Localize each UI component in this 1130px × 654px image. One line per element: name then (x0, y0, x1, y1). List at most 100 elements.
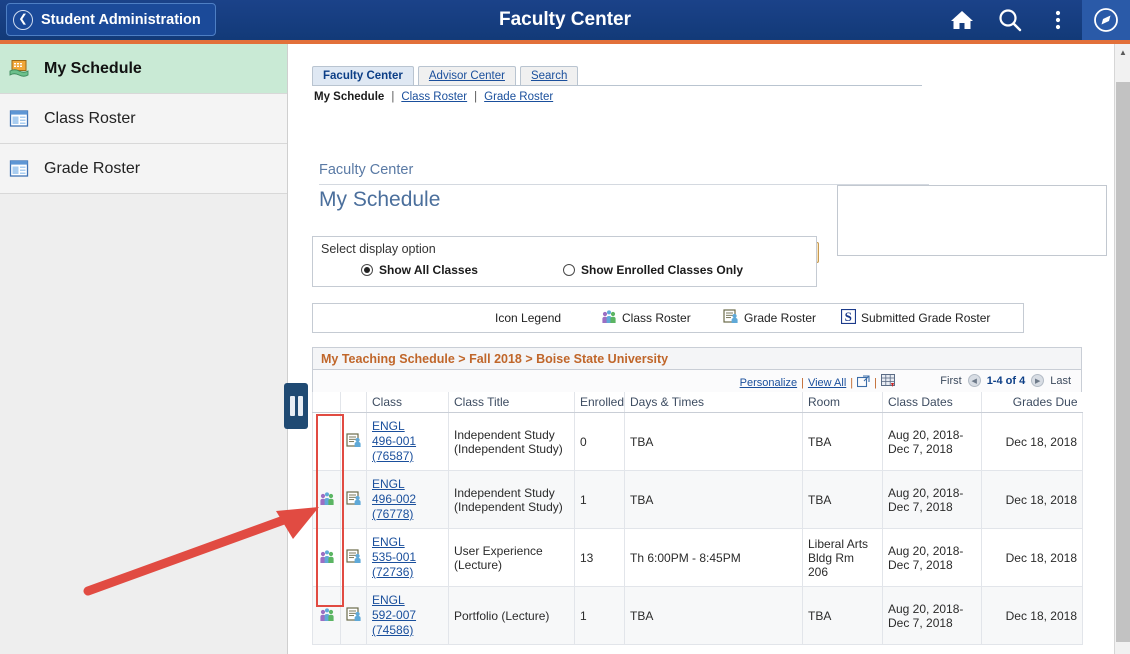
sidebar-item-class-roster[interactable]: Class Roster (0, 94, 287, 144)
table-header-row: Class Class Title Enrolled Days & Times … (312, 392, 1083, 413)
sidebar-item-label: Grade Roster (44, 159, 141, 177)
class-title-cell: Independent Study (Independent Study) (448, 470, 575, 529)
table-row: ENGL 592-007 (74586) Portfolio (Lecture) 1 TB… (312, 586, 1083, 645)
navigator-icon[interactable] (1082, 0, 1130, 40)
download-grid-icon[interactable] (881, 374, 896, 391)
room-cell: Liberal Arts Bldg Rm 206 (802, 528, 883, 587)
grade-roster-icon-cell[interactable] (340, 470, 367, 529)
subnav-link-class-roster[interactable]: Class Roster (401, 91, 467, 103)
tab-search[interactable]: Search (519, 66, 579, 85)
roster-window-icon (8, 159, 30, 179)
subnav-link-grade-roster[interactable]: Grade Roster (484, 91, 553, 103)
class-roster-icon[interactable] (319, 549, 335, 567)
grades-due-cell: Dec 18, 2018 (981, 470, 1083, 529)
display-option-panel: Select display option Show All Classes S… (312, 236, 817, 287)
class-roster-icon[interactable] (319, 607, 335, 625)
sidebar-item-my-schedule[interactable]: My Schedule (0, 44, 287, 94)
grid-toolbar: Personalize | View All | | First ◀ 1-4 o… (312, 370, 1082, 392)
class-cell[interactable]: ENGL 535-001 (72736) (366, 528, 449, 587)
class-roster-icon[interactable] (319, 491, 335, 509)
grade-roster-icon[interactable] (345, 432, 362, 451)
grades-due-cell: Dec 18, 2018 (981, 528, 1083, 587)
radio-show-enrolled-only[interactable]: Show Enrolled Classes Only (563, 263, 743, 277)
table-body: ENGL 496-001 (76587) Independent Study (Ind… (312, 412, 1083, 645)
search-icon[interactable] (986, 0, 1034, 40)
subnav-separator: | (391, 91, 395, 103)
radio-label: Show Enrolled Classes Only (581, 263, 744, 277)
sidebar-item-label: Class Roster (44, 109, 136, 127)
page-scrollbar[interactable]: ▲ (1114, 44, 1130, 654)
col-header-class: Class (366, 392, 449, 413)
main-content: Faculty Center Advisor Center Search My … (289, 44, 1115, 654)
scroll-up-arrow-icon[interactable]: ▲ (1115, 44, 1130, 61)
next-arrow-icon[interactable]: ▶ (1031, 374, 1045, 387)
toolbar-separator: | (850, 376, 854, 389)
home-icon[interactable] (938, 0, 986, 40)
grades-due-cell: Dec 18, 2018 (981, 412, 1083, 471)
roster-window-icon (8, 109, 30, 129)
subnav-separator: | (474, 91, 478, 103)
class-roster-icon-cell[interactable] (312, 586, 341, 645)
class-link[interactable]: ENGL 592-007 (74586) (372, 593, 443, 638)
room-cell: TBA (802, 586, 883, 645)
back-to-student-administration-button[interactable]: ❮ Student Administration (6, 3, 216, 36)
enrolled-cell: 0 (574, 412, 625, 471)
grade-roster-icon[interactable] (345, 548, 362, 567)
legend-submitted-grade-roster: S Submitted Grade Roster (840, 308, 990, 327)
svg-text:S: S (845, 309, 852, 324)
pagination-last[interactable]: Last (1050, 375, 1071, 387)
tab-advisor-center[interactable]: Advisor Center (417, 66, 516, 85)
view-all-link[interactable]: View All (808, 377, 846, 389)
icon-legend-title: Icon Legend (495, 311, 562, 325)
sidebar-collapse-handle[interactable] (284, 383, 308, 429)
days-times-cell: Th 6:00PM - 8:45PM (624, 528, 803, 587)
enrolled-cell: 1 (574, 586, 625, 645)
legend-label: Grade Roster (744, 311, 817, 325)
radio-label: Show All Classes (379, 263, 478, 277)
class-link[interactable]: ENGL 535-001 (72736) (372, 535, 443, 580)
grid-toolbar-left: Personalize | View All | | (740, 374, 896, 391)
sub-navigation: My Schedule | Class Roster | Grade Roste… (314, 91, 553, 103)
enrolled-cell: 13 (574, 528, 625, 587)
class-dates-cell: Aug 20, 2018-Dec 7, 2018 (882, 528, 982, 587)
prev-arrow-icon[interactable]: ◀ (967, 374, 981, 387)
class-title-cell: Independent Study (Independent Study) (448, 412, 575, 471)
sidebar-item-grade-roster[interactable]: Grade Roster (0, 144, 287, 194)
grade-roster-icon-cell[interactable] (340, 528, 367, 587)
class-cell[interactable]: ENGL 496-002 (76778) (366, 470, 449, 529)
submitted-grade-roster-icon: S (840, 308, 857, 327)
days-times-cell: TBA (624, 586, 803, 645)
grade-roster-icon[interactable] (345, 606, 362, 625)
class-link[interactable]: ENGL 496-002 (76778) (372, 477, 443, 522)
pagination-first[interactable]: First (940, 375, 961, 387)
display-option-label: Select display option (321, 242, 436, 256)
grades-due-cell: Dec 18, 2018 (981, 586, 1083, 645)
more-options-icon[interactable] (1034, 0, 1082, 40)
page-title: My Schedule (319, 188, 441, 211)
schedule-icon (8, 59, 30, 79)
grade-roster-icon[interactable] (345, 490, 362, 509)
grade-roster-icon (723, 309, 739, 327)
tab-faculty-center[interactable]: Faculty Center (312, 66, 414, 85)
col-header-room: Room (802, 392, 883, 413)
personalize-link[interactable]: Personalize (740, 377, 797, 389)
grade-roster-icon-cell[interactable] (340, 586, 367, 645)
grade-roster-icon-cell[interactable] (340, 412, 367, 471)
handle-bar-right (297, 396, 303, 416)
class-cell[interactable]: ENGL 496-001 (76587) (366, 412, 449, 471)
icon-legend-panel: Icon Legend Class Roster Grade Roster S … (312, 303, 1024, 333)
class-cell[interactable]: ENGL 592-007 (74586) (366, 586, 449, 645)
expand-window-icon[interactable] (857, 374, 870, 391)
class-roster-icon-cell[interactable] (312, 528, 341, 587)
class-roster-icon (601, 309, 617, 327)
class-roster-icon-cell[interactable] (312, 470, 341, 529)
tab-label: Search (530, 70, 568, 82)
class-dates-cell: Aug 20, 2018-Dec 7, 2018 (882, 586, 982, 645)
room-cell: TBA (802, 412, 883, 471)
col-header-class-roster (312, 392, 341, 413)
scrollbar-thumb[interactable] (1116, 82, 1130, 642)
class-link[interactable]: ENGL 496-001 (76587) (372, 419, 443, 464)
legend-grade-roster: Grade Roster (723, 309, 816, 327)
radio-show-all-classes[interactable]: Show All Classes (361, 263, 478, 277)
handle-bar-left (289, 396, 295, 416)
